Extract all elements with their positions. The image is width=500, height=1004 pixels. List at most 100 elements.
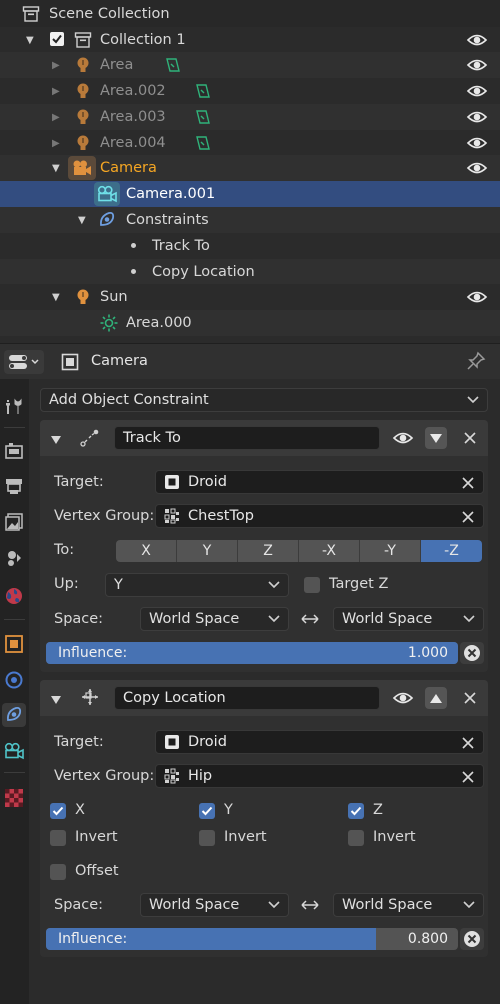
eye-icon[interactable] bbox=[392, 429, 414, 447]
expand-arrow-icon[interactable]: ▼ bbox=[26, 36, 36, 46]
expand-arrow-icon[interactable]: ▶ bbox=[52, 113, 62, 123]
clear-target-icon[interactable] bbox=[461, 736, 475, 750]
outliner-row-area-002[interactable]: ▶ Area.002 bbox=[0, 78, 500, 104]
outliner-row-camera-001[interactable]: Camera.001 bbox=[0, 181, 500, 207]
clear-vertex-group-icon[interactable] bbox=[461, 510, 475, 524]
tab-scene[interactable] bbox=[2, 546, 26, 570]
expand-arrow-icon[interactable]: ▼ bbox=[52, 164, 62, 174]
tab-tool[interactable] bbox=[2, 395, 26, 419]
invert-y-checkbox[interactable] bbox=[199, 830, 215, 846]
outliner-item-label: Camera.001 bbox=[126, 185, 216, 202]
axis-neg-z-button[interactable]: -Z bbox=[421, 540, 482, 562]
tab-physics[interactable] bbox=[2, 668, 26, 692]
add-object-constraint-dropdown[interactable]: Add Object Constraint bbox=[40, 388, 488, 412]
target-z-checkbox[interactable] bbox=[304, 577, 320, 593]
outliner-row-constraints[interactable]: ▼ Constraints bbox=[0, 207, 500, 233]
axis-x-button[interactable]: X bbox=[116, 540, 177, 562]
up-axis-dropdown[interactable]: Y bbox=[105, 573, 289, 597]
eye-icon[interactable] bbox=[466, 134, 488, 152]
outliner-row-collection-1[interactable]: ▼ Collection 1 bbox=[0, 27, 500, 53]
expand-arrow-icon[interactable]: ▶ bbox=[52, 139, 62, 149]
vertex-group-label: Vertex Group: bbox=[54, 768, 155, 784]
collapse-arrow-icon[interactable] bbox=[51, 692, 61, 708]
disable-keep-transform-button[interactable] bbox=[460, 928, 484, 950]
clear-vertex-group-icon[interactable] bbox=[461, 770, 475, 784]
use-x-checkbox[interactable] bbox=[50, 803, 66, 819]
vertex-group-field[interactable]: ChestTop bbox=[155, 504, 484, 528]
expand-arrow-icon[interactable]: ▶ bbox=[52, 61, 62, 71]
tab-world[interactable] bbox=[2, 584, 26, 608]
constraint-icon bbox=[96, 209, 118, 231]
copy-location-icon bbox=[80, 687, 100, 711]
clear-target-icon[interactable] bbox=[461, 476, 475, 490]
tab-render[interactable] bbox=[2, 439, 26, 463]
use-z-checkbox[interactable] bbox=[348, 803, 364, 819]
outliner-row-area-003[interactable]: ▶ Area.003 bbox=[0, 104, 500, 130]
outliner-item-label: Constraints bbox=[126, 211, 209, 228]
eye-icon[interactable] bbox=[466, 82, 488, 100]
offset-checkbox[interactable] bbox=[50, 864, 66, 880]
eye-icon[interactable] bbox=[466, 159, 488, 177]
pin-icon[interactable] bbox=[466, 351, 486, 375]
outliner-row-camera[interactable]: ▼ Camera bbox=[0, 155, 500, 181]
influence-value: 1.000 bbox=[407, 645, 448, 661]
copy-location-panel-header[interactable]: Copy Location bbox=[40, 680, 488, 716]
up-axis-label: Up: bbox=[54, 576, 79, 592]
track-to-name-field[interactable]: Track To bbox=[114, 426, 380, 450]
collapse-arrow-icon[interactable] bbox=[51, 432, 61, 448]
target-field[interactable]: Droid bbox=[155, 470, 484, 494]
use-y-checkbox[interactable] bbox=[199, 803, 215, 819]
eye-icon[interactable] bbox=[466, 31, 488, 49]
disable-keep-transform-button[interactable] bbox=[460, 642, 484, 664]
move-down-button[interactable] bbox=[425, 427, 447, 449]
outliner-row-area-004[interactable]: ▶ Area.004 bbox=[0, 130, 500, 156]
tab-view-layer[interactable] bbox=[2, 510, 26, 534]
tab-data[interactable] bbox=[2, 739, 26, 763]
target-value: Droid bbox=[188, 734, 227, 750]
target-space-dropdown[interactable]: World Space bbox=[333, 893, 484, 917]
invert-x-checkbox[interactable] bbox=[50, 830, 66, 846]
tab-output[interactable] bbox=[2, 474, 26, 498]
invert-z-checkbox[interactable] bbox=[348, 830, 364, 846]
tab-constraints[interactable] bbox=[2, 703, 26, 727]
target-space-dropdown[interactable]: World Space bbox=[333, 607, 484, 631]
world-icon bbox=[6, 588, 22, 604]
owner-space-dropdown[interactable]: World Space bbox=[140, 893, 289, 917]
tab-object[interactable] bbox=[2, 632, 26, 656]
checkbox-icon[interactable] bbox=[50, 32, 64, 46]
influence-slider[interactable]: Influence: 0.800 bbox=[46, 928, 458, 950]
outliner-row-sun[interactable]: ▼ Sun bbox=[0, 284, 500, 310]
axis-neg-y-button[interactable]: -Y bbox=[360, 540, 421, 562]
eye-icon[interactable] bbox=[392, 689, 414, 707]
light-icon bbox=[72, 54, 94, 76]
outliner-item-label: Track To bbox=[152, 237, 210, 254]
outliner-row-scene-collection[interactable]: Scene Collection bbox=[0, 1, 500, 27]
outliner-row-copy-location[interactable]: Copy Location bbox=[0, 259, 500, 285]
track-to-panel-header[interactable]: Track To bbox=[40, 420, 488, 456]
move-up-button[interactable] bbox=[425, 687, 447, 709]
expand-arrow-icon[interactable]: ▼ bbox=[78, 216, 88, 226]
owner-space-dropdown[interactable]: World Space bbox=[140, 607, 289, 631]
light-icon bbox=[72, 286, 94, 308]
axis-y-button[interactable]: Y bbox=[177, 540, 238, 562]
axis-neg-x-button[interactable]: -X bbox=[299, 540, 360, 562]
close-icon[interactable] bbox=[464, 432, 476, 444]
vertex-group-icon bbox=[164, 508, 179, 524]
editor-type-dropdown[interactable] bbox=[4, 350, 44, 374]
target-field[interactable]: Droid bbox=[155, 730, 484, 754]
eye-icon[interactable] bbox=[466, 288, 488, 306]
eye-icon[interactable] bbox=[466, 108, 488, 126]
vertex-group-field[interactable]: Hip bbox=[155, 764, 484, 788]
influence-slider[interactable]: Influence: 1.000 bbox=[46, 642, 458, 664]
outliner-row-area[interactable]: ▶ Area bbox=[0, 52, 500, 78]
close-icon[interactable] bbox=[464, 692, 476, 704]
outliner-row-track-to[interactable]: Track To bbox=[0, 233, 500, 259]
eye-icon[interactable] bbox=[466, 56, 488, 74]
outliner-row-area-000[interactable]: Area.000 bbox=[0, 310, 500, 336]
copy-location-name-field[interactable]: Copy Location bbox=[114, 686, 380, 710]
tab-texture[interactable] bbox=[2, 786, 26, 810]
target-space-value: World Space bbox=[342, 897, 433, 913]
expand-arrow-icon[interactable]: ▼ bbox=[52, 293, 62, 303]
expand-arrow-icon[interactable]: ▶ bbox=[52, 87, 62, 97]
axis-z-button[interactable]: Z bbox=[238, 540, 299, 562]
